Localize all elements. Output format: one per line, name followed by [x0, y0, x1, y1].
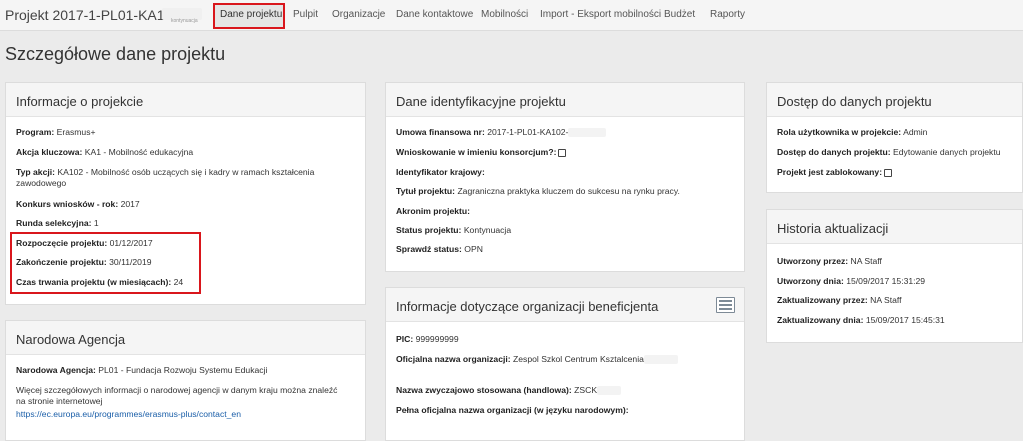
nav-tab-organizacje[interactable]: Organizacje: [332, 9, 385, 20]
panel-title: Dane identyfikacyjne projektu: [396, 94, 566, 109]
info-row-konkurs: Konkurs wniosków - rok: 2017: [16, 199, 140, 209]
consortium-checkbox[interactable]: [558, 148, 567, 157]
update-history-panel: Historia aktualizacji Utworzony przez: N…: [766, 209, 1023, 343]
nav-tab-mobilnosci[interactable]: Mobilności: [481, 9, 528, 20]
locked-checkbox[interactable]: [884, 168, 893, 177]
history-row-zaktualizowany-dnia: Zaktualizowany dnia: 15/09/2017 15:45:31: [777, 315, 945, 325]
panel-header: Informacje dotyczące organizacji benefic…: [386, 288, 744, 322]
panel-header: Dane identyfikacyjne projektu: [386, 83, 744, 117]
access-row-zablokowany: Projekt jest zablokowany:: [777, 167, 893, 178]
access-row-rola: Rola użytkownika w projekcie: Admin: [777, 127, 928, 137]
nav-tab-pulpit[interactable]: Pulpit: [293, 9, 318, 20]
panel-header: Historia aktualizacji: [767, 210, 1022, 244]
redacted-value: [643, 355, 678, 365]
history-row-utworzony-dnia: Utworzony dnia: 15/09/2017 15:31:29: [777, 276, 926, 286]
dates-highlight-box: [10, 232, 201, 294]
national-agency-panel: Narodowa Agencja Narodowa Agencja: PL01 …: [5, 320, 366, 441]
redacted-value: [597, 386, 622, 396]
ident-row-tytul: Tytuł projektu: Zagraniczna praktyka klu…: [396, 186, 680, 196]
project-identification-panel: Dane identyfikacyjne projektu Umowa fina…: [385, 82, 745, 272]
nav-tab-budzet[interactable]: Budżet: [664, 9, 695, 20]
access-row-dostep: Dostęp do danych projektu: Edytowanie da…: [777, 147, 1001, 157]
panel-header: Narodowa Agencja: [6, 321, 365, 355]
panel-title: Informacje dotyczące organizacji benefic…: [396, 299, 659, 314]
nav-tab-raporty[interactable]: Raporty: [710, 9, 745, 20]
ident-row-umowa: Umowa finansowa nr: 2017-1-PL01-KA102-: [396, 127, 607, 138]
info-row-typ-akcji: Typ akcji: KA102 - Mobilność osób uczący…: [16, 167, 315, 188]
beneficiary-organisation-panel: Informacje dotyczące organizacji benefic…: [385, 287, 745, 441]
redacted-value: [568, 128, 607, 138]
agency-more-text: Więcej szczegółowych informacji o narodo…: [16, 385, 338, 406]
info-row-akcja: Akcja kluczowa: KA1 - Mobilność edukacyj…: [16, 147, 194, 157]
organisation-card-icon[interactable]: [716, 297, 735, 313]
ident-row-sprawdz-status: Sprawdź status: OPN: [396, 244, 483, 254]
panel-header: Dostęp do danych projektu: [767, 83, 1022, 117]
agency-contact-link[interactable]: https://ec.europa.eu/programmes/erasmus-…: [16, 409, 241, 420]
panel-title: Informacje o projekcie: [16, 94, 144, 109]
panel-title: Narodowa Agencja: [16, 332, 126, 347]
ident-row-akronim: Akronim projektu:: [396, 206, 471, 216]
panel-header: Informacje o projekcie: [6, 83, 365, 117]
nav-tab-dane-projektu[interactable]: Dane projektu: [220, 9, 282, 20]
info-row-runda: Runda selekcyjna: 1: [16, 218, 99, 228]
project-title: Projekt 2017-1-PL01-KA102-: [5, 7, 185, 23]
panel-title: Historia aktualizacji: [777, 221, 889, 236]
ident-row-status: Status projektu: Kontynuacja: [396, 225, 512, 235]
beneficiary-row-handlowa: Nazwa zwyczajowo stosowana (handlowa): Z…: [396, 385, 622, 396]
agency-row: Narodowa Agencja: PL01 - Fundacja Rozwoj…: [16, 365, 268, 375]
info-row-program: Program: Erasmus+: [16, 127, 96, 137]
history-row-zaktualizowany-przez: Zaktualizowany przez: NA Staff: [777, 295, 902, 305]
ident-row-identyfikator: Identyfikator krajowy:: [396, 167, 485, 177]
beneficiary-row-nazwa: Oficjalna nazwa organizacji: Zespol Szko…: [396, 354, 678, 365]
page-title: Szczegółowe dane projektu: [5, 44, 226, 64]
beneficiary-row-pelna-nazwa: Pełna oficjalna nazwa organizacji (w jęz…: [396, 405, 629, 415]
history-row-utworzony-przez: Utworzony przez: NA Staff: [777, 256, 882, 266]
top-navigation-bar: Projekt 2017-1-PL01-KA102- kontynuacja D…: [0, 0, 1023, 31]
nav-tab-import-eksport[interactable]: Import - Eksport mobilności: [540, 9, 661, 20]
ident-row-konsorcjum: Wnioskowanie w imieniu konsorcjum?:: [396, 147, 567, 158]
project-access-panel: Dostęp do danych projektu Rola użytkowni…: [766, 82, 1023, 193]
project-subtitle: kontynuacja: [171, 18, 198, 24]
beneficiary-row-pic: PIC: 999999999: [396, 334, 459, 344]
panel-title: Dostęp do danych projektu: [777, 94, 932, 109]
nav-tab-dane-kontaktowe[interactable]: Dane kontaktowe: [396, 9, 473, 20]
